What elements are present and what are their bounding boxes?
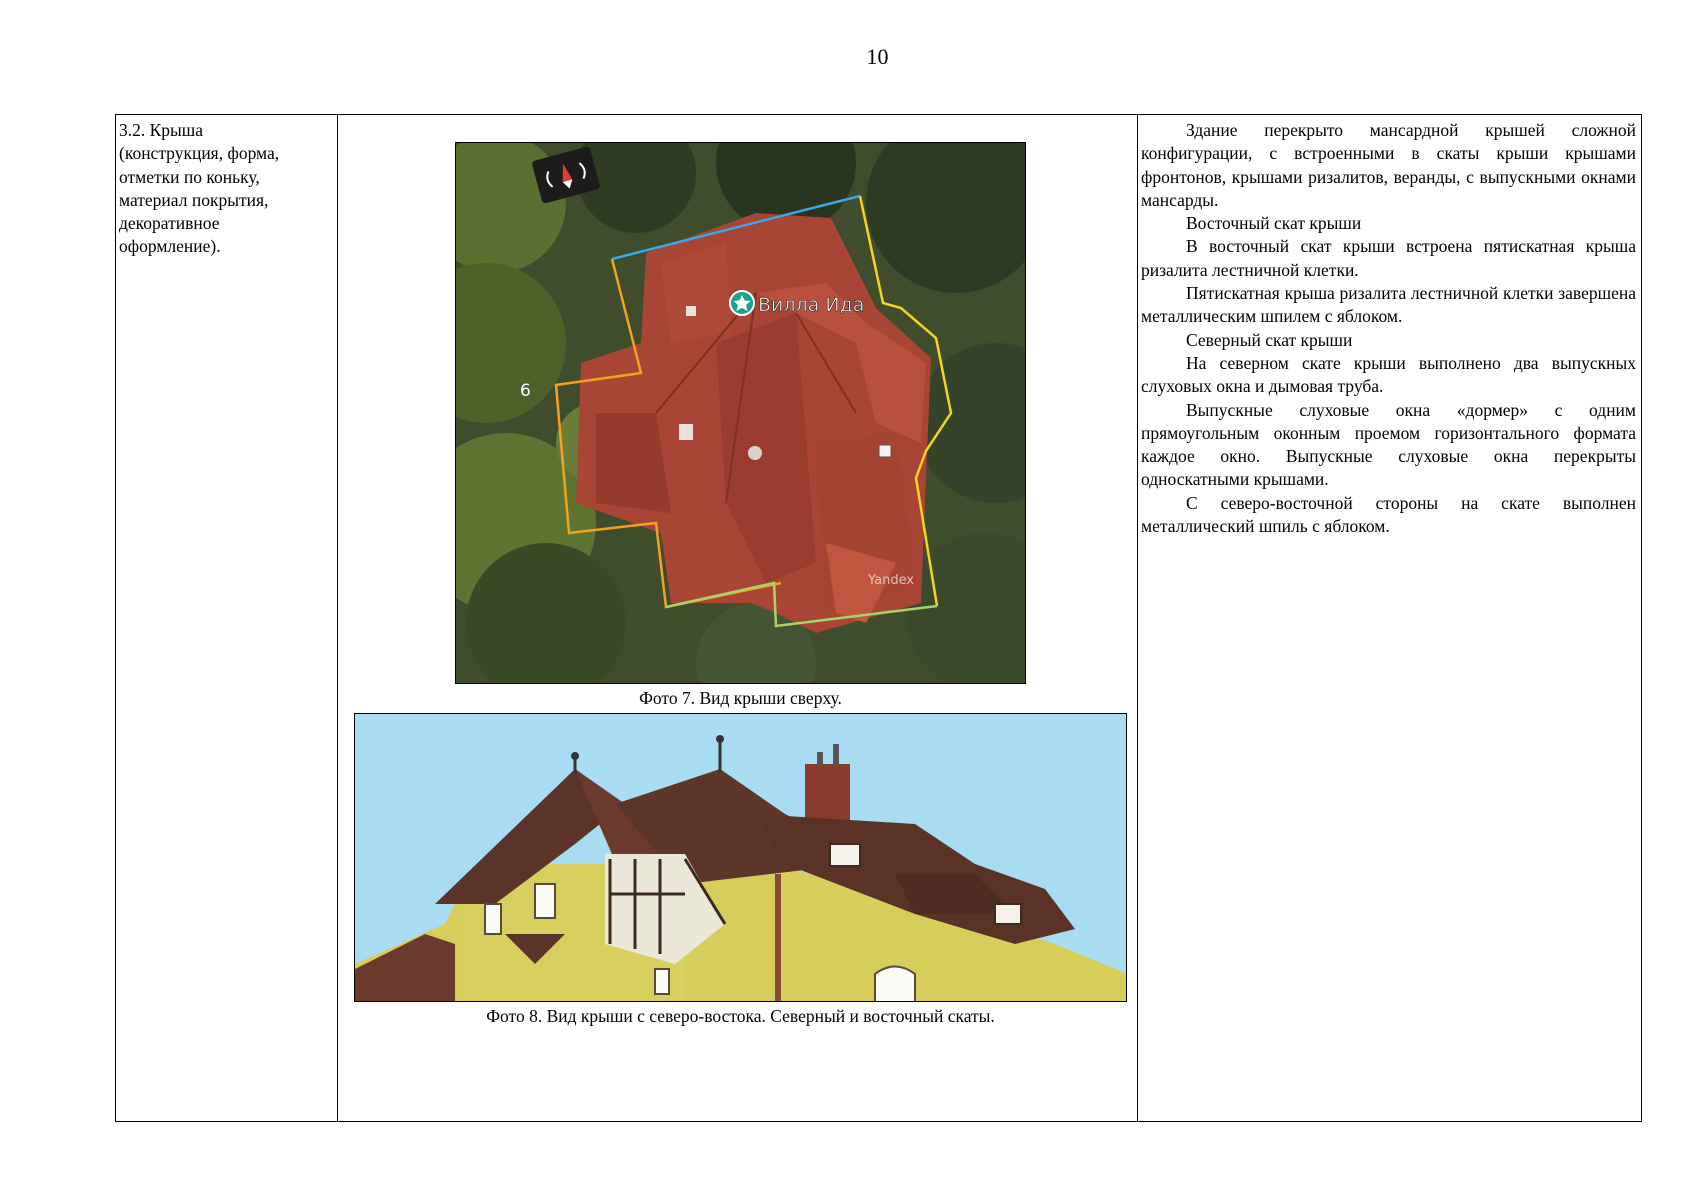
section-label-line: оформление). <box>119 236 221 257</box>
section-label-line: отметки по коньку, <box>119 166 260 187</box>
photo8-caption: Фото 8. Вид крыши с северо-востока. Севе… <box>486 1006 995 1026</box>
column-divider-2 <box>1137 115 1138 1121</box>
description-paragraph: Здание перекрыто мансардной крышей сложн… <box>1141 120 1636 210</box>
map-marker-number: 6 <box>520 381 531 401</box>
description-heading-east: Восточный скат крыши <box>1186 213 1362 234</box>
aerial-roof-photo: Вилла Ида 6 Yandex <box>455 142 1026 684</box>
map-place-label: Вилла Ида <box>758 294 864 316</box>
map-watermark: Yandex <box>867 573 914 588</box>
column-divider-1 <box>337 115 338 1121</box>
photo7-caption: Фото 7. Вид крыши сверху. <box>639 688 842 708</box>
section-label-line: (конструкция, форма, <box>119 143 280 164</box>
section-label-line: декоративное <box>119 213 220 234</box>
roof-description: Здание перекрыто мансардной крышей сложн… <box>1141 119 1636 538</box>
description-paragraph: В восточный скат крыши встроена пятискат… <box>1141 236 1636 280</box>
description-paragraph: С северо-восточной стороны на скате выпо… <box>1141 492 1636 537</box>
roof-northeast-photo <box>354 713 1127 1002</box>
section-label-line: материал покрытия, <box>119 189 269 210</box>
description-paragraph: Выпускные слуховые окна «дормер» с одним… <box>1141 399 1636 490</box>
section-label: 3.2. Крыша (конструкция, форма, отметки … <box>119 119 337 259</box>
description-paragraph: На северном скате крыши выполнено два вы… <box>1141 352 1636 397</box>
description-heading-north: Северный скат крыши <box>1186 329 1353 350</box>
section-label-line: 3.2. Крыша <box>119 120 204 140</box>
roof-northeast-illustration <box>355 714 1126 1001</box>
roof-table: 3.2. Крыша (конструкция, форма, отметки … <box>115 114 1642 1122</box>
description-paragraph: Пятискатная крыша ризалита лестничной кл… <box>1141 283 1636 327</box>
aerial-roof-illustration: Вилла Ида 6 Yandex <box>456 143 1025 683</box>
page-number: 10 <box>866 44 889 69</box>
